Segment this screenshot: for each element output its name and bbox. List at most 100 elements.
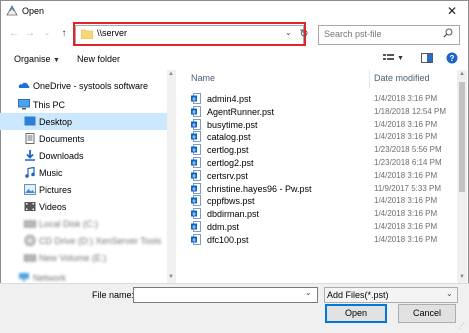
svg-text:o: o xyxy=(192,186,195,192)
pst-file-icon: o xyxy=(191,144,201,156)
resize-grip-icon[interactable]: ⋰ xyxy=(458,322,465,330)
search-icon[interactable] xyxy=(443,28,453,38)
view-options-chevron-icon[interactable]: ▼ xyxy=(397,55,404,62)
file-date: 1/4/2018 3:16 PM xyxy=(374,132,438,142)
svg-text:?: ? xyxy=(450,54,455,63)
navigation-pane: OneDrive - systools software This PC Des… xyxy=(0,70,167,283)
search-input[interactable]: Search pst-file xyxy=(324,29,382,39)
pst-file-icon: o xyxy=(191,105,201,117)
column-header-date[interactable]: Date modified xyxy=(374,73,430,83)
svg-text:o: o xyxy=(192,173,195,179)
nav-item-label: New Volume (E:) xyxy=(39,253,107,263)
nav-item-label: Pictures xyxy=(39,185,72,195)
nav-item-onedrive[interactable]: OneDrive - systools software xyxy=(0,77,167,94)
nav-item-label: Documents xyxy=(39,134,85,144)
file-row[interactable]: o certsrv.pst 1/4/2018 3:16 PM xyxy=(180,169,456,182)
file-date: 1/4/2018 3:16 PM xyxy=(374,234,438,244)
nav-scrollbar[interactable] xyxy=(167,70,176,283)
documents-icon xyxy=(25,133,35,144)
column-header-name[interactable]: Name xyxy=(191,73,215,83)
organise-label: Organise xyxy=(14,54,51,64)
scroll-up-arrow-icon[interactable]: ▲ xyxy=(459,71,465,77)
organise-button[interactable]: Organise ▼ xyxy=(14,54,60,64)
pc-icon xyxy=(18,99,30,110)
svg-text:o: o xyxy=(192,97,195,103)
file-name: ddm.pst xyxy=(207,222,240,232)
file-date: 1/4/2018 3:16 PM xyxy=(374,94,438,103)
nav-item-this-pc[interactable]: This PC xyxy=(0,96,167,113)
downloads-icon xyxy=(25,150,35,161)
scrollbar-thumb[interactable] xyxy=(459,82,465,192)
svg-text:o: o xyxy=(192,148,195,154)
nav-item-local-disk[interactable]: Local Disk (C:) xyxy=(0,215,167,232)
title-bar xyxy=(0,0,469,22)
pst-file-icon: o xyxy=(191,208,201,220)
file-row[interactable]: o dbdirman.pst 1/4/2018 3:16 PM xyxy=(180,208,456,220)
scroll-down-arrow-icon[interactable]: ▼ xyxy=(459,274,465,280)
file-name-dropdown-chevron-icon[interactable]: ⌄ xyxy=(305,288,312,297)
svg-text:o: o xyxy=(192,109,195,115)
new-folder-button[interactable]: New folder xyxy=(77,54,120,64)
nav-item-label: Music xyxy=(39,168,63,178)
file-row[interactable]: o certlog2.pst 1/23/2018 6:14 PM xyxy=(180,157,456,169)
view-options-icon[interactable] xyxy=(383,53,395,63)
file-row[interactable]: o dfc100.pst 1/4/2018 3:16 PM xyxy=(180,233,456,246)
file-row[interactable]: o christine.hayes96 - Pw.pst 11/9/2017 5:3… xyxy=(180,182,456,195)
svg-text:o: o xyxy=(192,199,195,205)
file-list: o admin4.pst 1/4/2018 3:16 PM o AgentRunner.… xyxy=(180,93,456,283)
pictures-icon xyxy=(24,184,36,195)
cancel-button[interactable]: Cancel xyxy=(398,304,456,323)
file-row[interactable]: o ddm.pst 1/4/2018 3:16 PM xyxy=(180,221,456,233)
help-icon[interactable]: ? xyxy=(446,52,458,64)
file-name: catalog.pst xyxy=(207,132,251,143)
forward-arrow-icon[interactable]: → xyxy=(24,27,36,41)
nav-item-label: Local Disk (C:) xyxy=(39,219,99,229)
refresh-icon[interactable]: ↻ xyxy=(297,26,311,42)
cd-icon xyxy=(24,235,36,246)
nav-item-videos[interactable]: Videos xyxy=(0,198,167,215)
up-arrow-icon[interactable]: ↑ xyxy=(58,27,70,41)
svg-text:o: o xyxy=(192,237,195,243)
back-arrow-icon[interactable]: ← xyxy=(8,27,20,41)
file-name-input[interactable] xyxy=(133,287,318,303)
file-name: busytime.pst xyxy=(207,119,258,130)
svg-text:o: o xyxy=(192,225,195,231)
file-row[interactable]: o certlog.pst 1/23/2018 5:56 PM xyxy=(180,144,456,156)
file-row[interactable]: o busytime.pst 1/4/2018 3:16 PM xyxy=(180,118,456,131)
close-button[interactable]: ✕ xyxy=(441,3,463,19)
file-date: 1/4/2018 3:16 PM xyxy=(374,209,438,219)
nav-item-new-volume[interactable]: New Volume (E:) xyxy=(0,249,167,266)
file-row[interactable]: o cppfbws.pst 1/4/2018 3:16 PM xyxy=(180,195,456,207)
nav-item-cd-drive[interactable]: CD Drive (D:) XenServer Tools xyxy=(0,232,167,249)
svg-text:o: o xyxy=(192,212,195,218)
file-date: 1/18/2018 12:54 PM xyxy=(374,106,447,116)
open-button[interactable]: Open xyxy=(325,304,387,323)
scroll-up-arrow-icon[interactable]: ▲ xyxy=(168,71,174,77)
pst-file-icon: o xyxy=(191,233,201,245)
nav-item-pictures[interactable]: Pictures xyxy=(0,181,167,198)
nav-item-music[interactable]: Music xyxy=(0,164,167,181)
recent-locations-chevron-icon[interactable]: ⌄ xyxy=(41,27,53,41)
nav-item-documents[interactable]: Documents xyxy=(0,130,167,147)
file-type-value: Add Files(*.pst) xyxy=(327,290,389,300)
file-date: 1/4/2018 3:16 PM xyxy=(374,196,438,206)
column-separator[interactable] xyxy=(369,70,370,88)
file-name: certsrv.pst xyxy=(207,170,248,181)
nav-item-downloads[interactable]: Downloads xyxy=(0,147,167,164)
pst-file-icon: o xyxy=(191,169,201,181)
scroll-down-arrow-icon[interactable]: ▼ xyxy=(168,274,174,280)
address-highlight-box xyxy=(73,22,306,46)
file-row[interactable]: o AgentRunner.pst 1/18/2018 12:54 PM xyxy=(180,105,456,118)
nav-item-network[interactable]: Network xyxy=(0,269,167,283)
svg-text:o: o xyxy=(192,135,195,141)
window-title: Open xyxy=(22,6,45,16)
file-row[interactable]: o admin4.pst 1/4/2018 3:16 PM xyxy=(180,93,456,105)
preview-pane-icon[interactable] xyxy=(421,53,433,63)
file-type-chevron-icon[interactable]: ⌄ xyxy=(446,289,453,298)
pst-file-icon: o xyxy=(191,118,201,130)
svg-text:o: o xyxy=(192,161,195,167)
nav-item-label: CD Drive (D:) XenServer Tools xyxy=(39,236,162,246)
file-name: dfc100.pst xyxy=(207,234,249,245)
file-row[interactable]: o catalog.pst 1/4/2018 3:16 PM xyxy=(180,131,456,143)
nav-item-desktop[interactable]: Desktop xyxy=(0,113,167,130)
